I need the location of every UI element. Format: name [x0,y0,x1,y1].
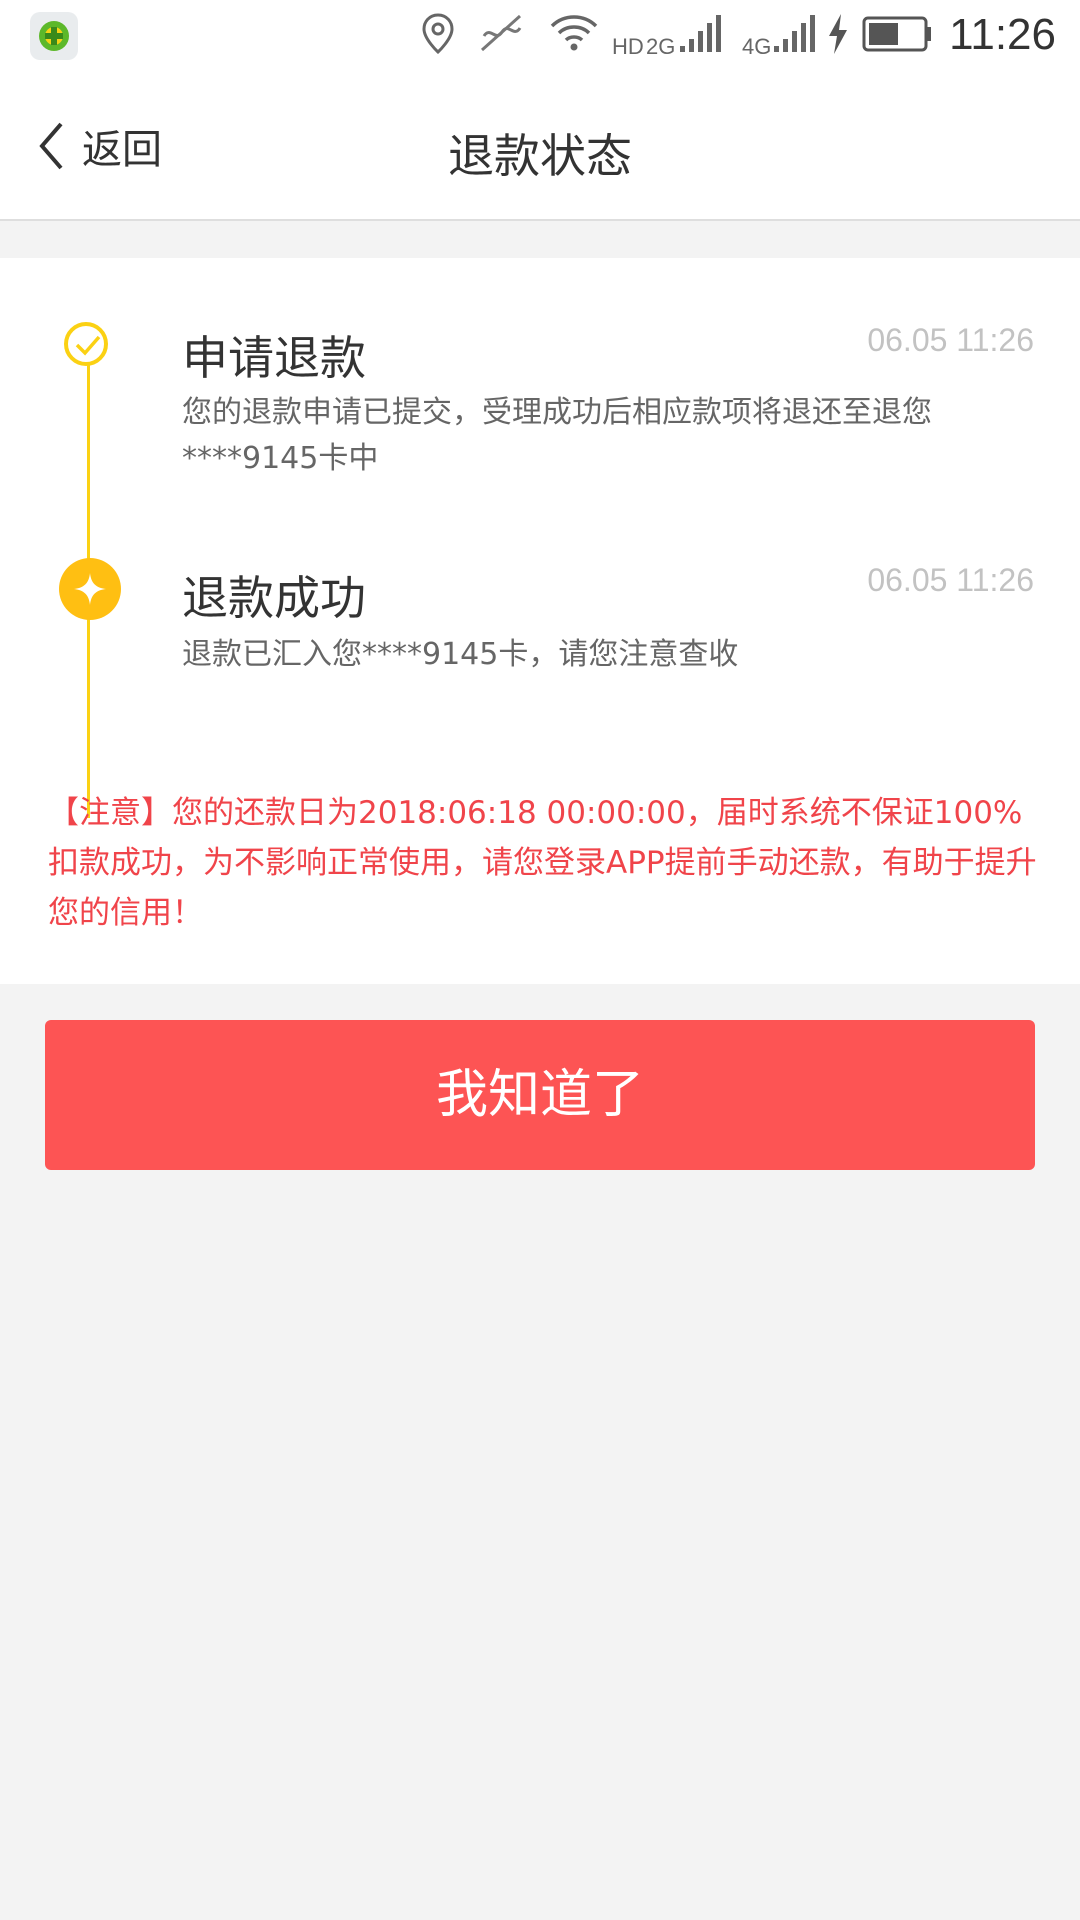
step-time: 06.05 11:26 [867,322,1034,358]
repayment-notice: 【注意】您的还款日为2018:06:18 00:00:00，届时系统不保证100… [48,795,1037,931]
vibrate-off-icon [480,14,522,52]
status-time: 11:26 [949,10,1056,59]
refund-status-card: 申请退款 06.05 11:26 您的退款申请已提交，受理成功后相应款项将退还至… [0,258,1080,984]
step-check-icon [64,322,108,366]
step-description: 您的退款申请已提交，受理成功后相应款项将退还至退您****9145卡中 [182,395,932,476]
step-description: 退款已汇入您****9145卡，请您注意查收 [182,637,739,672]
wifi-icon [550,15,598,51]
location-icon [422,13,454,55]
confirm-button[interactable]: 我知道了 [45,1020,1035,1170]
network-4g-label: 4G [742,34,772,59]
step-success-icon [59,558,121,620]
status-icons: HD 2G 4G [420,12,940,62]
network-hd-label: HD [612,34,644,59]
step-title: 申请退款 [182,331,366,385]
status-bar: HD 2G 4G 11:26 [0,0,1080,74]
network-2g-label: 2G [646,34,676,59]
page-title: 退款状态 [448,129,632,183]
step-time: 06.05 11:26 [867,562,1034,598]
battery-icon [862,16,931,52]
app-icon [30,12,78,60]
signal-icon [774,15,815,52]
charging-icon [829,14,847,54]
step-title: 退款成功 [182,571,366,625]
signal-icon [680,15,721,52]
nav-bar: 返回 退款状态 [0,74,1080,221]
